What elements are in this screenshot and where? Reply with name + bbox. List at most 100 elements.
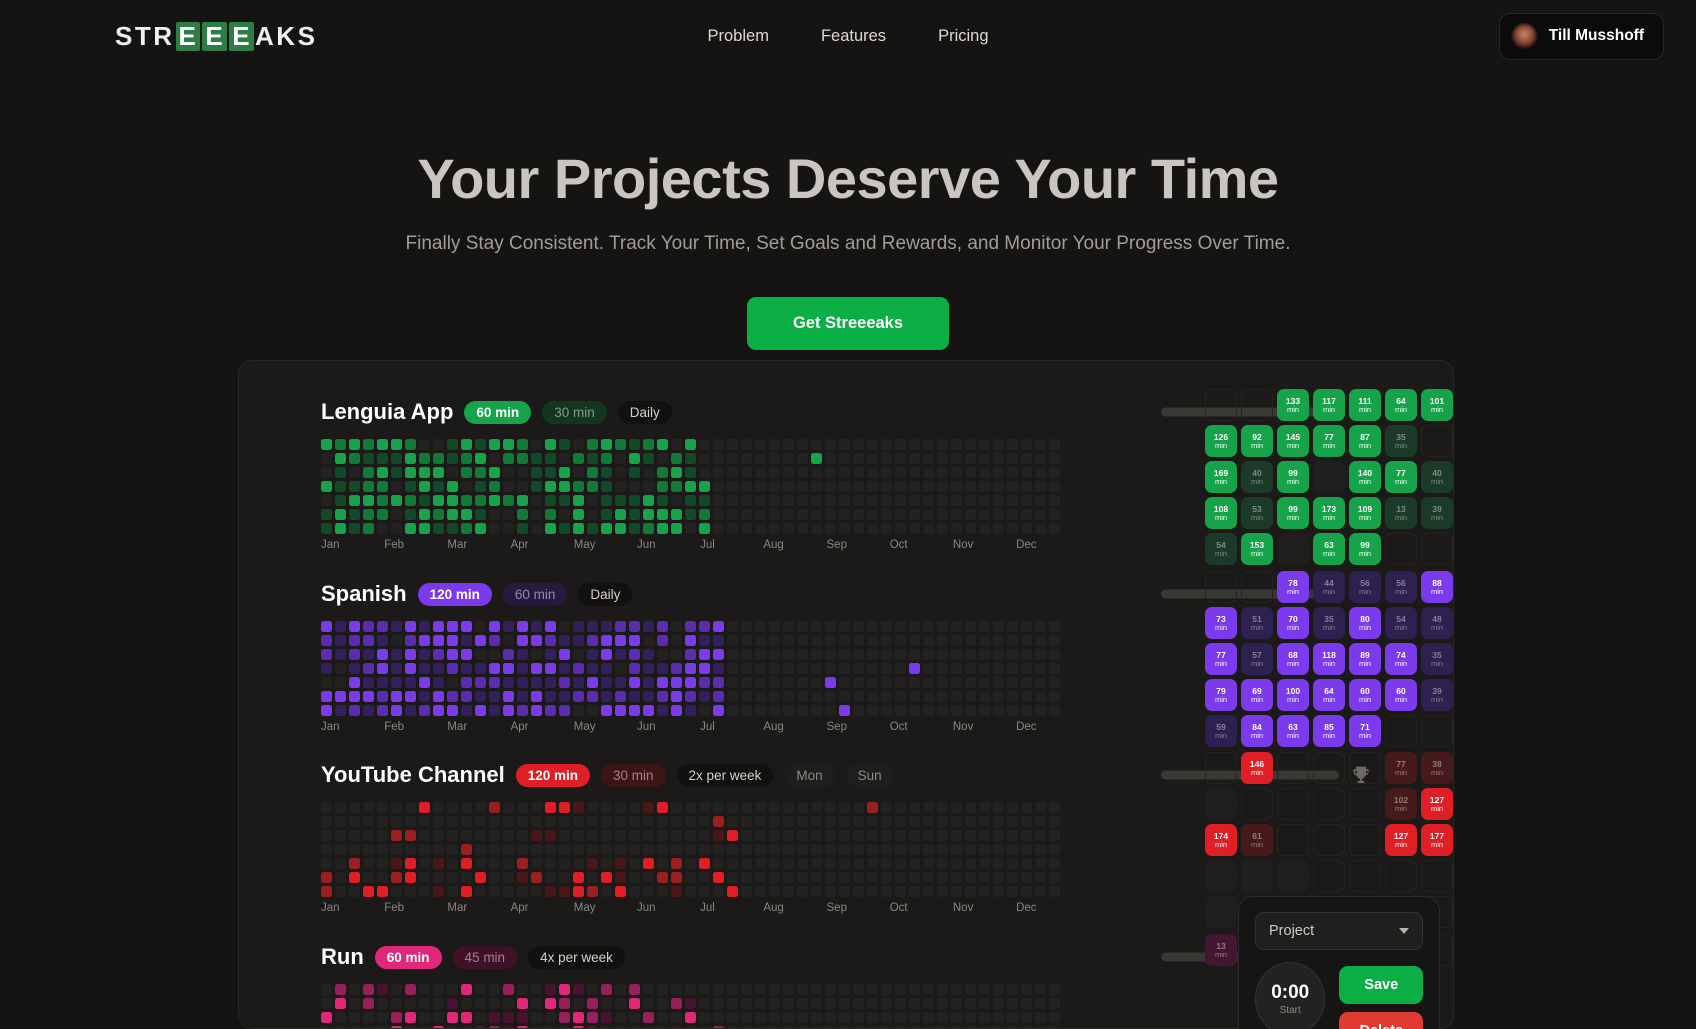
day-cell[interactable]: 102 min [1385, 788, 1417, 820]
heatmap-cell[interactable] [909, 998, 920, 1009]
heatmap-cell[interactable] [615, 495, 626, 506]
heatmap-cell[interactable] [1007, 649, 1018, 660]
heatmap-cell[interactable] [839, 453, 850, 464]
heatmap-cell[interactable] [699, 523, 710, 534]
heatmap-cell[interactable] [629, 984, 640, 995]
heatmap-cell[interactable] [363, 1012, 374, 1023]
heatmap-cell[interactable] [363, 872, 374, 883]
heatmap-cell[interactable] [755, 439, 766, 450]
heatmap-cell[interactable] [335, 802, 346, 813]
heatmap-cell[interactable] [475, 523, 486, 534]
heatmap-cell[interactable] [503, 872, 514, 883]
heatmap-cell[interactable] [573, 467, 584, 478]
heatmap-cell[interactable] [965, 872, 976, 883]
heatmap-cell[interactable] [993, 830, 1004, 841]
heatmap-cell[interactable] [839, 621, 850, 632]
heatmap-cell[interactable] [811, 858, 822, 869]
heatmap-cell[interactable] [405, 858, 416, 869]
heatmap-cell[interactable] [937, 439, 948, 450]
heatmap-cell[interactable] [601, 495, 612, 506]
heatmap-cell[interactable] [853, 453, 864, 464]
day-cell[interactable]: 109 min [1349, 497, 1381, 529]
heatmap-cell[interactable] [447, 523, 458, 534]
heatmap-cell[interactable] [349, 677, 360, 688]
heatmap-cell[interactable] [391, 998, 402, 1009]
heatmap-cell[interactable] [979, 984, 990, 995]
heatmap-cell[interactable] [895, 802, 906, 813]
day-cell[interactable]: 61 min [1241, 824, 1273, 856]
heatmap-cell[interactable] [615, 649, 626, 660]
heatmap-cell[interactable] [1021, 1012, 1032, 1023]
heatmap-cell[interactable] [461, 523, 472, 534]
heatmap-cell[interactable] [713, 886, 724, 897]
heatmap-cell[interactable] [489, 523, 500, 534]
heatmap-cell[interactable] [699, 635, 710, 646]
heatmap-cell[interactable] [531, 635, 542, 646]
heatmap-cell[interactable] [713, 439, 724, 450]
heatmap-cell[interactable] [671, 858, 682, 869]
heatmap-cell[interactable] [545, 509, 556, 520]
heatmap-cell[interactable] [573, 495, 584, 506]
heatmap-cell[interactable] [727, 481, 738, 492]
heatmap-cell[interactable] [685, 858, 696, 869]
heatmap-cell[interactable] [559, 886, 570, 897]
heatmap-cell[interactable] [713, 816, 724, 827]
heatmap-cell[interactable] [853, 984, 864, 995]
heatmap-cell[interactable] [993, 858, 1004, 869]
heatmap-cell[interactable] [979, 1012, 990, 1023]
heatmap-cell[interactable] [951, 621, 962, 632]
heatmap-cell[interactable] [671, 886, 682, 897]
heatmap-cell[interactable] [657, 663, 668, 674]
heatmap-cell[interactable] [363, 509, 374, 520]
heatmap-cell[interactable] [391, 677, 402, 688]
heatmap-cell[interactable] [461, 663, 472, 674]
heatmap-cell[interactable] [853, 621, 864, 632]
heatmap-cell[interactable] [839, 830, 850, 841]
heatmap-cell[interactable] [349, 816, 360, 827]
heatmap-cell[interactable] [881, 439, 892, 450]
heatmap-cell[interactable] [657, 523, 668, 534]
heatmap-cell[interactable] [489, 886, 500, 897]
heatmap-cell[interactable] [545, 872, 556, 883]
heatmap-cell[interactable] [895, 635, 906, 646]
heatmap-cell[interactable] [727, 802, 738, 813]
heatmap-cell[interactable] [755, 816, 766, 827]
heatmap-cell[interactable] [447, 495, 458, 506]
heatmap-cell[interactable] [1021, 830, 1032, 841]
heatmap-cell[interactable] [993, 844, 1004, 855]
heatmap-cell[interactable] [685, 998, 696, 1009]
heatmap-cell[interactable] [447, 998, 458, 1009]
heatmap-cell[interactable] [909, 677, 920, 688]
heatmap-cell[interactable] [937, 998, 948, 1009]
heatmap-cell[interactable] [797, 984, 808, 995]
heatmap-cell[interactable] [377, 663, 388, 674]
heatmap-cell[interactable] [895, 984, 906, 995]
heatmap-cell[interactable] [937, 495, 948, 506]
heatmap-cell[interactable] [825, 481, 836, 492]
heatmap-cell[interactable] [699, 872, 710, 883]
heatmap-cell[interactable] [559, 649, 570, 660]
heatmap-cell[interactable] [1021, 439, 1032, 450]
heatmap-cell[interactable] [363, 816, 374, 827]
heatmap-cell[interactable] [741, 649, 752, 660]
day-cell[interactable]: 57 min [1241, 643, 1273, 675]
heatmap-cell[interactable] [545, 705, 556, 716]
heatmap-cell[interactable] [923, 677, 934, 688]
day-cell[interactable]: 77 min [1385, 752, 1417, 784]
heatmap-cell[interactable] [965, 635, 976, 646]
heatmap-cell[interactable] [783, 467, 794, 478]
heatmap-cell[interactable] [839, 663, 850, 674]
day-cell[interactable]: 74 min [1385, 643, 1417, 675]
heatmap-cell[interactable] [979, 872, 990, 883]
heatmap-cell[interactable] [461, 830, 472, 841]
heatmap-cell[interactable] [461, 705, 472, 716]
heatmap-cell[interactable] [447, 621, 458, 632]
nav-link-pricing[interactable]: Pricing [938, 27, 988, 46]
heatmap-cell[interactable] [769, 705, 780, 716]
heatmap-cell[interactable] [685, 663, 696, 674]
heatmap-cell[interactable] [1035, 858, 1046, 869]
heatmap-cell[interactable] [657, 844, 668, 855]
heatmap-cell[interactable] [825, 998, 836, 1009]
heatmap-cell[interactable] [517, 453, 528, 464]
heatmap-cell[interactable] [489, 844, 500, 855]
